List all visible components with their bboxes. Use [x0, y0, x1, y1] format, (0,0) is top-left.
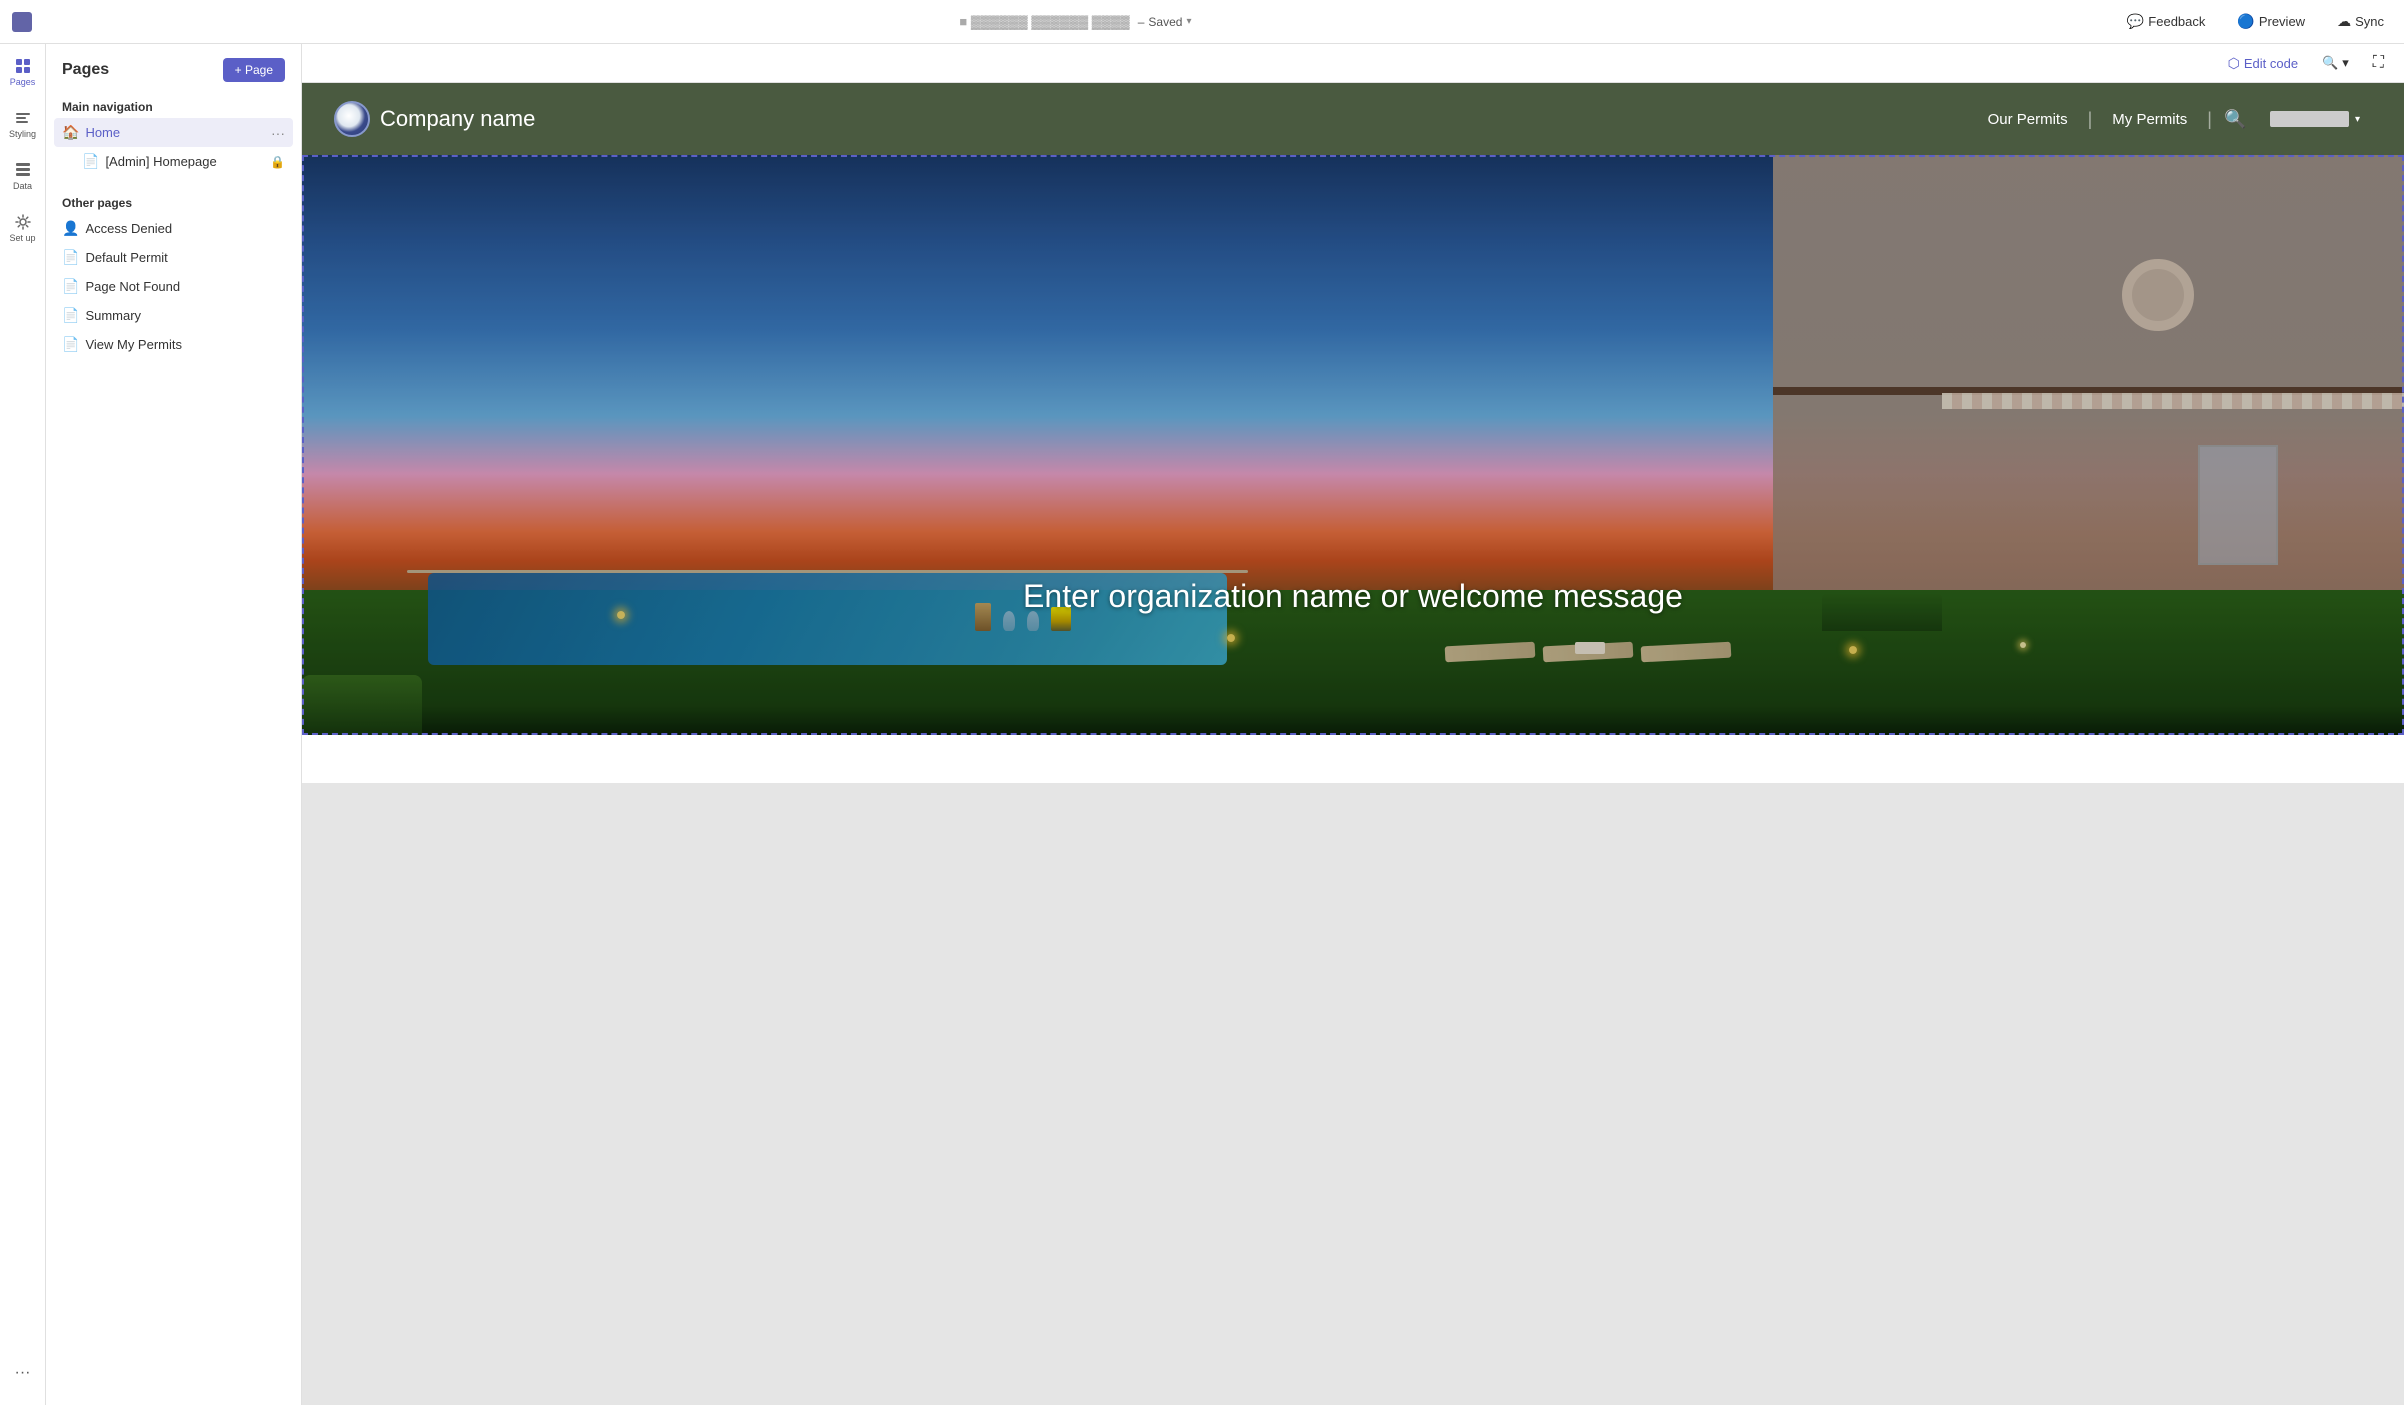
page-icon-summary: 📄 — [62, 307, 79, 324]
home-icon: 🏠 — [62, 124, 79, 141]
add-page-button[interactable]: + Page — [223, 58, 285, 82]
canvas-toolbar: ⬡ Edit code 🔍 ▾ ⛶ — [302, 44, 2404, 83]
data-icon — [14, 161, 32, 179]
sync-button[interactable]: ☁ Sync — [2329, 9, 2392, 34]
setup-icon-label: Set up — [9, 233, 35, 243]
sync-icon: ☁ — [2337, 13, 2351, 30]
styling-icon — [14, 109, 32, 127]
main-layout: Pages Styling Data Set up — [0, 44, 2404, 1405]
page-item-default-permit-label: Default Permit — [85, 250, 285, 265]
page-item-summary[interactable]: 📄 Summary — [54, 301, 293, 330]
setup-icon — [14, 213, 32, 231]
pages-icon — [14, 57, 32, 75]
site-logo: Company name — [334, 101, 535, 137]
sidebar-item-styling[interactable]: Styling — [3, 100, 43, 148]
canvas-frame: Company name Our Permits | My Permits | … — [302, 83, 2404, 783]
zoom-controls: 🔍 ▾ — [2314, 51, 2357, 75]
edit-code-label: Edit code — [2244, 56, 2298, 71]
nav-our-permits[interactable]: Our Permits — [1968, 83, 2088, 155]
edit-code-button[interactable]: ⬡ Edit code — [2220, 51, 2306, 76]
preview-label: Preview — [2259, 14, 2305, 29]
feedback-icon: 💬 — [2127, 13, 2144, 30]
fullscreen-button[interactable]: ⛶ — [2365, 50, 2392, 76]
user-chevron-icon: ▾ — [2355, 114, 2360, 125]
page-item-default-permit[interactable]: 📄 Default Permit — [54, 243, 293, 272]
feedback-button[interactable]: 💬 Feedback — [2119, 9, 2214, 34]
pages-icon-label: Pages — [10, 77, 36, 87]
page-item-home-label: Home — [85, 125, 265, 140]
top-bar-left — [12, 12, 32, 32]
doc-name: ■ ▓▓▓▓▓▓ ▓▓▓▓▓▓ ▓▓▓▓ — [959, 14, 1129, 29]
user-menu[interactable]: [User Name] ▾ — [2258, 111, 2372, 127]
site-logo-icon — [334, 101, 370, 137]
hero-section[interactable]: Enter organization name or welcome messa… — [302, 155, 2404, 735]
page-item-view-my-permits-label: View My Permits — [85, 337, 285, 352]
top-bar: ■ ▓▓▓▓▓▓ ▓▓▓▓▓▓ ▓▓▓▓ – Saved ▾ 💬 Feedbac… — [0, 0, 2404, 44]
top-bar-center: ■ ▓▓▓▓▓▓ ▓▓▓▓▓▓ ▓▓▓▓ – Saved ▾ — [959, 14, 1191, 29]
page-item-home-more[interactable]: ··· — [271, 125, 285, 141]
sidebar-item-data[interactable]: Data — [3, 152, 43, 200]
search-icon[interactable]: 🔍 — [2212, 109, 2258, 130]
pages-panel-header: Pages + Page — [46, 44, 301, 92]
chevron-down-icon[interactable]: ▾ — [1186, 16, 1191, 27]
pages-panel-content: Main navigation 🏠 Home ··· 📄 [Admin] Hom… — [46, 92, 301, 1405]
page-icon-not-found: 📄 — [62, 278, 79, 295]
sidebar-item-pages[interactable]: Pages — [3, 48, 43, 96]
saved-label: Saved — [1148, 15, 1182, 29]
nav-my-permits[interactable]: My Permits — [2092, 83, 2207, 155]
preview-button[interactable]: 🔵 Preview — [2229, 9, 2313, 34]
page-item-page-not-found[interactable]: 📄 Page Not Found — [54, 272, 293, 301]
canvas-scroll[interactable]: Company name Our Permits | My Permits | … — [302, 83, 2404, 1405]
pages-panel: Pages + Page Main navigation 🏠 Home ··· … — [46, 44, 302, 1405]
main-navigation-label: Main navigation — [54, 92, 293, 118]
site-nav: Our Permits | My Permits | 🔍 [User Name]… — [1968, 83, 2372, 155]
page-item-view-my-permits[interactable]: 📄 View My Permits — [54, 330, 293, 359]
sidebar-item-setup[interactable]: Set up — [3, 204, 43, 252]
sync-label: Sync — [2355, 14, 2384, 29]
page-item-page-not-found-label: Page Not Found — [85, 279, 285, 294]
site-header: Company name Our Permits | My Permits | … — [302, 83, 2404, 155]
app-icon — [12, 12, 32, 32]
page-item-summary-label: Summary — [85, 308, 285, 323]
page-icon-admin: 📄 — [82, 153, 99, 170]
top-bar-right: 💬 Feedback 🔵 Preview ☁ Sync — [2119, 9, 2392, 34]
feedback-label: Feedback — [2148, 14, 2205, 29]
person-icon-access: 👤 — [62, 220, 79, 237]
vscode-icon: ⬡ — [2228, 55, 2240, 72]
more-icon: ··· — [15, 1364, 31, 1382]
pages-panel-title: Pages — [62, 61, 109, 79]
zoom-button[interactable]: 🔍 ▾ — [2314, 51, 2357, 75]
hero-welcome-text[interactable]: Enter organization name or welcome messa… — [302, 578, 2404, 615]
page-item-home-actions: ··· — [271, 125, 285, 141]
page-item-admin-homepage[interactable]: 📄 [Admin] Homepage 🔒 — [54, 147, 293, 176]
page-item-access-denied-label: Access Denied — [85, 221, 285, 236]
sidebar-more[interactable]: ··· — [3, 1349, 43, 1397]
page-icon-default-permit: 📄 — [62, 249, 79, 266]
lock-icon: 🔒 — [270, 155, 285, 169]
other-pages-label: Other pages — [54, 188, 293, 214]
page-icon-view-permits: 📄 — [62, 336, 79, 353]
preview-icon: 🔵 — [2237, 13, 2254, 30]
styling-icon-label: Styling — [9, 129, 36, 139]
fullscreen-icon: ⛶ — [2373, 54, 2384, 72]
icon-sidebar: Pages Styling Data Set up — [0, 44, 46, 1405]
chevron-down-zoom-icon: ▾ — [2342, 55, 2349, 71]
site-logo-name: Company name — [380, 106, 535, 132]
page-item-admin-label: [Admin] Homepage — [105, 154, 264, 169]
saved-badge: – Saved ▾ — [1138, 15, 1192, 29]
canvas-area: ⬡ Edit code 🔍 ▾ ⛶ C — [302, 44, 2404, 1405]
data-icon-label: Data — [13, 181, 32, 191]
page-item-home[interactable]: 🏠 Home ··· — [54, 118, 293, 147]
user-name: [User Name] — [2270, 111, 2349, 127]
zoom-icon: 🔍 — [2322, 55, 2338, 71]
hero-overlay — [302, 155, 2404, 735]
page-item-access-denied[interactable]: 👤 Access Denied — [54, 214, 293, 243]
